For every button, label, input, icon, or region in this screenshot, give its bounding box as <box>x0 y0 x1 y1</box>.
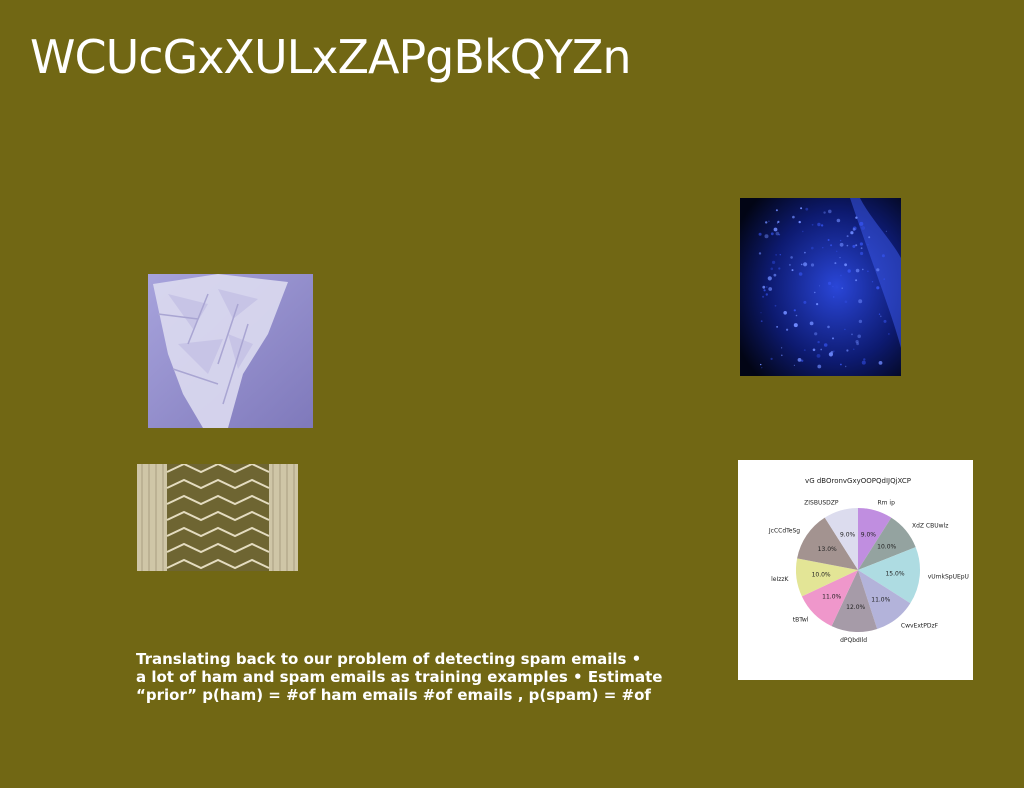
pie-chart-panel: vG dBOronvGxyOOPQdIJQjXCP 9.0% Rm ip 10.0%… <box>738 460 973 680</box>
pie-slice-percent: 9.0% <box>840 531 856 538</box>
pie-slice-label: JcCCdTeSg <box>768 528 800 535</box>
pie-slice-percent: 13.0% <box>818 546 837 553</box>
pie-slice-label: dPQbdIld <box>840 637 867 644</box>
blue-particles-photo <box>740 198 901 376</box>
body-line: a lot of ham and spam emails as training… <box>136 668 663 686</box>
body-line: “prior” p(ham) = #of ham emails #of emai… <box>136 686 651 704</box>
pie-slice-percent: 11.0% <box>822 593 841 600</box>
building-facade-photo <box>137 464 298 571</box>
crumpled-lavender-paper-photo <box>148 274 313 428</box>
pie-slice-percent: 11.0% <box>871 596 890 603</box>
pie-slice-label: ZISBUSDZP <box>804 500 839 507</box>
pie-slice-label: leIzzK <box>771 576 789 583</box>
pie-slice-label: CwvExtPDzF <box>901 622 939 629</box>
pie-slice-label: Rm ip <box>878 500 896 507</box>
pie-slice-label: vUmkSpUEpU <box>928 574 969 581</box>
pie-slice-percent: 9.0% <box>861 531 877 538</box>
slide-title: WCUcGxXULxZAPgBkQYZn <box>30 30 632 84</box>
pie-slice-label: XdZ CBUwlz <box>912 522 948 529</box>
chart-title: vG dBOronvGxyOOPQdIJQjXCP <box>805 477 911 485</box>
pie-slice-percent: 12.0% <box>846 604 865 611</box>
pie-slice-percent: 10.0% <box>877 543 896 550</box>
pie-slice-percent: 10.0% <box>812 572 831 579</box>
pie-slice-percent: 15.0% <box>885 571 904 578</box>
pie-slice-label: tBTwl <box>793 617 809 624</box>
slide-body-text: Translating back to our problem of detec… <box>136 650 716 704</box>
body-line: Translating back to our problem of detec… <box>136 650 642 668</box>
